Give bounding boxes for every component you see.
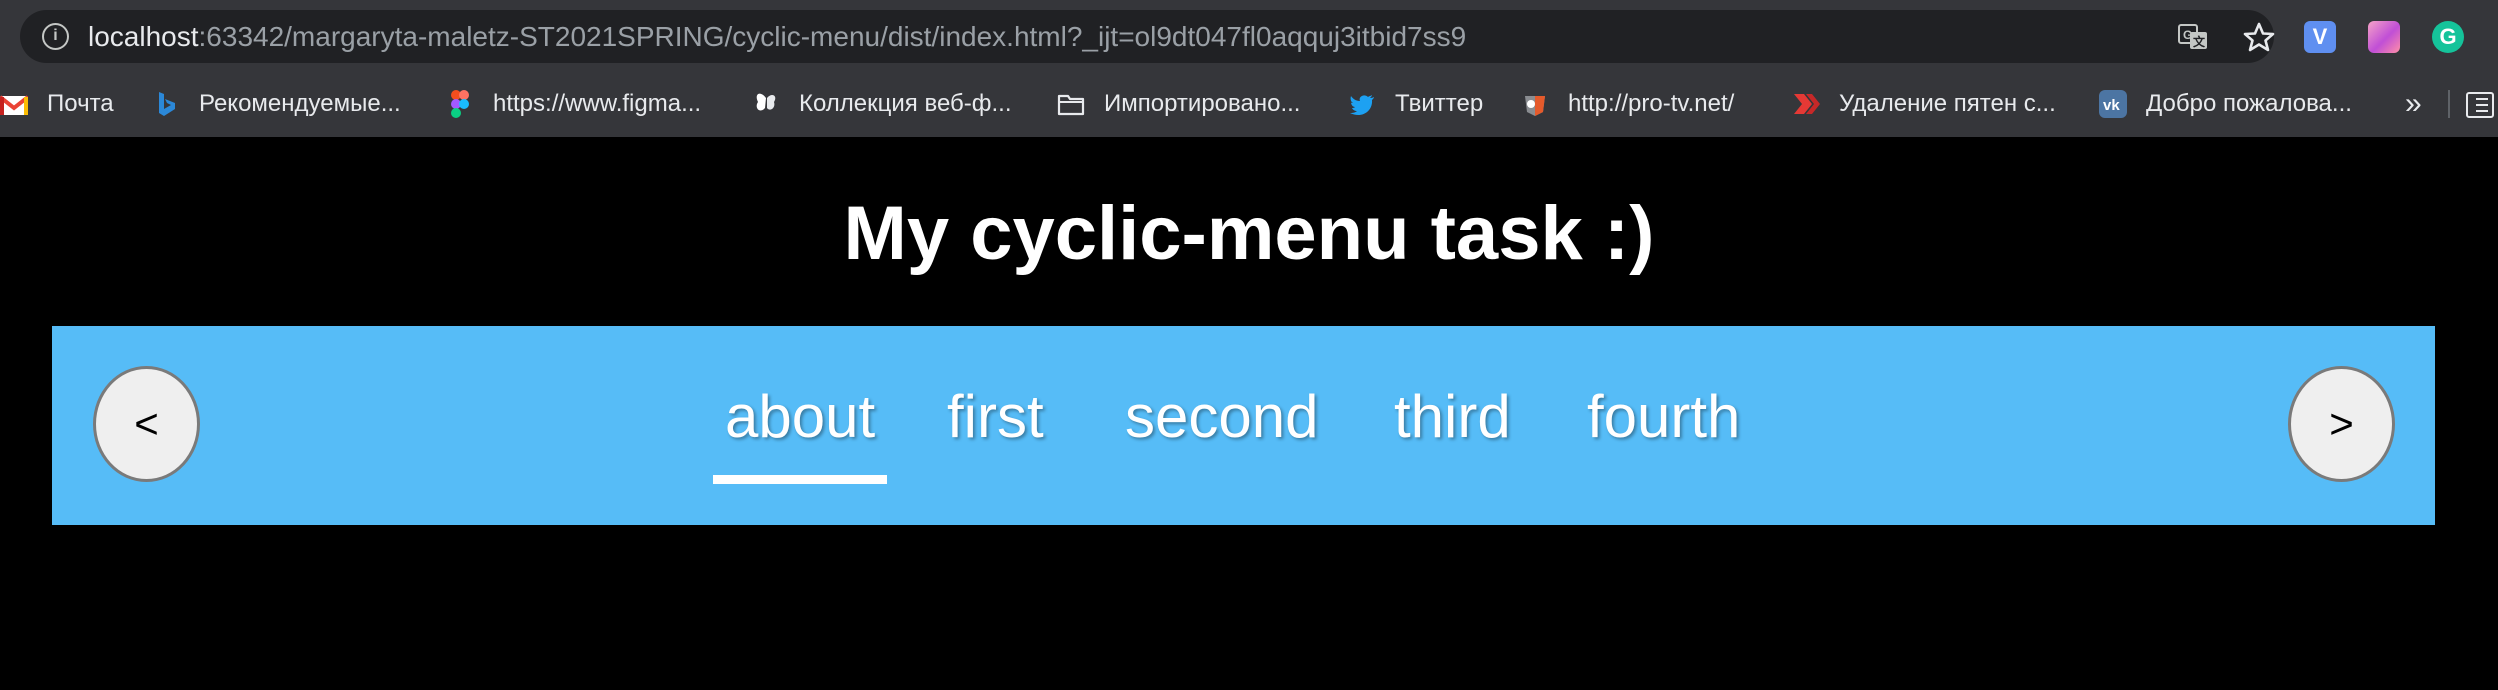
bookmark-welcome[interactable]: vk Добро пожалова...	[2099, 80, 2352, 128]
bing-icon	[159, 92, 175, 116]
pro-tv-icon	[1525, 96, 1545, 116]
grammarly-extension-icon[interactable]: G	[2432, 21, 2464, 53]
next-button[interactable]: >	[2288, 366, 2395, 482]
address-bar[interactable]: i localhost:63342/margaryta-maletz-ST202…	[20, 10, 2275, 63]
bookmark-label: Рекомендуемые...	[199, 90, 401, 117]
bookmark-recommended[interactable]: Рекомендуемые...	[152, 80, 401, 128]
bookmark-figma[interactable]: https://www.figma...	[446, 80, 701, 128]
butterfly-icon	[756, 93, 776, 111]
translate-icon[interactable]: G 文	[2178, 24, 2208, 50]
info-icon[interactable]: i	[42, 23, 69, 50]
bookmark-label: Твиттер	[1395, 90, 1484, 117]
cyclic-menu: < about first second third fourth >	[52, 326, 2435, 525]
gmail-icon	[0, 95, 28, 115]
bookmark-label: https://www.figma...	[493, 90, 702, 117]
v-extension-icon[interactable]: V	[2304, 21, 2336, 53]
bookmark-imported[interactable]: Импортировано...	[1057, 80, 1300, 128]
red-arrow-icon	[1794, 94, 1820, 114]
twitter-icon	[1350, 95, 1374, 116]
svg-text:vk: vk	[2103, 97, 2120, 114]
bookmark-label: Добро пожалова...	[2146, 90, 2352, 117]
bookmark-label: Импортировано...	[1104, 90, 1301, 117]
bookmark-label: Коллекция веб-ф...	[799, 90, 1012, 117]
bookmark-collection[interactable]: Коллекция веб-ф...	[752, 80, 1012, 128]
url-text[interactable]: localhost:63342/margaryta-maletz-ST2021S…	[88, 22, 1466, 52]
vk-icon: vk	[2099, 90, 2127, 118]
bookmark-label: Удаление пятен с...	[1839, 90, 2056, 117]
page-title: My cyclic-menu task :)	[843, 191, 1655, 276]
toolbar: i localhost:63342/margaryta-maletz-ST202…	[0, 0, 2498, 72]
menu-items: about first second third fourth	[52, 326, 2435, 525]
svg-text:文: 文	[2193, 34, 2206, 49]
figma-icon	[451, 90, 469, 118]
bookmark-pochta[interactable]: Почта	[0, 80, 114, 128]
bookmarks-bar: Почта Рекомендуемые... https://www.figma…	[0, 80, 2498, 128]
bookmark-pro-tv[interactable]: http://pro-tv.net/	[1521, 80, 1734, 128]
bookmark-label: http://pro-tv.net/	[1568, 90, 1735, 117]
pink-extension-icon[interactable]	[2368, 21, 2400, 53]
url-path: :63342/margaryta-maletz-ST2021SPRING/cyc…	[198, 21, 1467, 52]
bookmark-twitter[interactable]: Твиттер	[1348, 80, 1483, 128]
bookmarks-divider	[2448, 90, 2450, 118]
browser-chrome: i localhost:63342/margaryta-maletz-ST202…	[0, 0, 2498, 137]
url-host: localhost	[88, 21, 199, 52]
star-icon[interactable]	[2243, 22, 2275, 52]
menu-item-fourth[interactable]: fourth	[1587, 382, 1740, 452]
menu-item-second[interactable]: second	[1125, 382, 1318, 452]
menu-item-first[interactable]: first	[947, 382, 1044, 452]
folder-icon	[1057, 94, 1085, 116]
menu-item-about[interactable]: about	[712, 382, 888, 484]
bookmark-label: Почта	[47, 90, 114, 117]
reading-list-icon[interactable]	[2466, 92, 2494, 118]
bookmark-stain-removal[interactable]: Удаление пятен с...	[1792, 80, 2056, 128]
bookmarks-overflow-button[interactable]: »	[2405, 84, 2422, 124]
menu-item-third[interactable]: third	[1394, 382, 1511, 452]
